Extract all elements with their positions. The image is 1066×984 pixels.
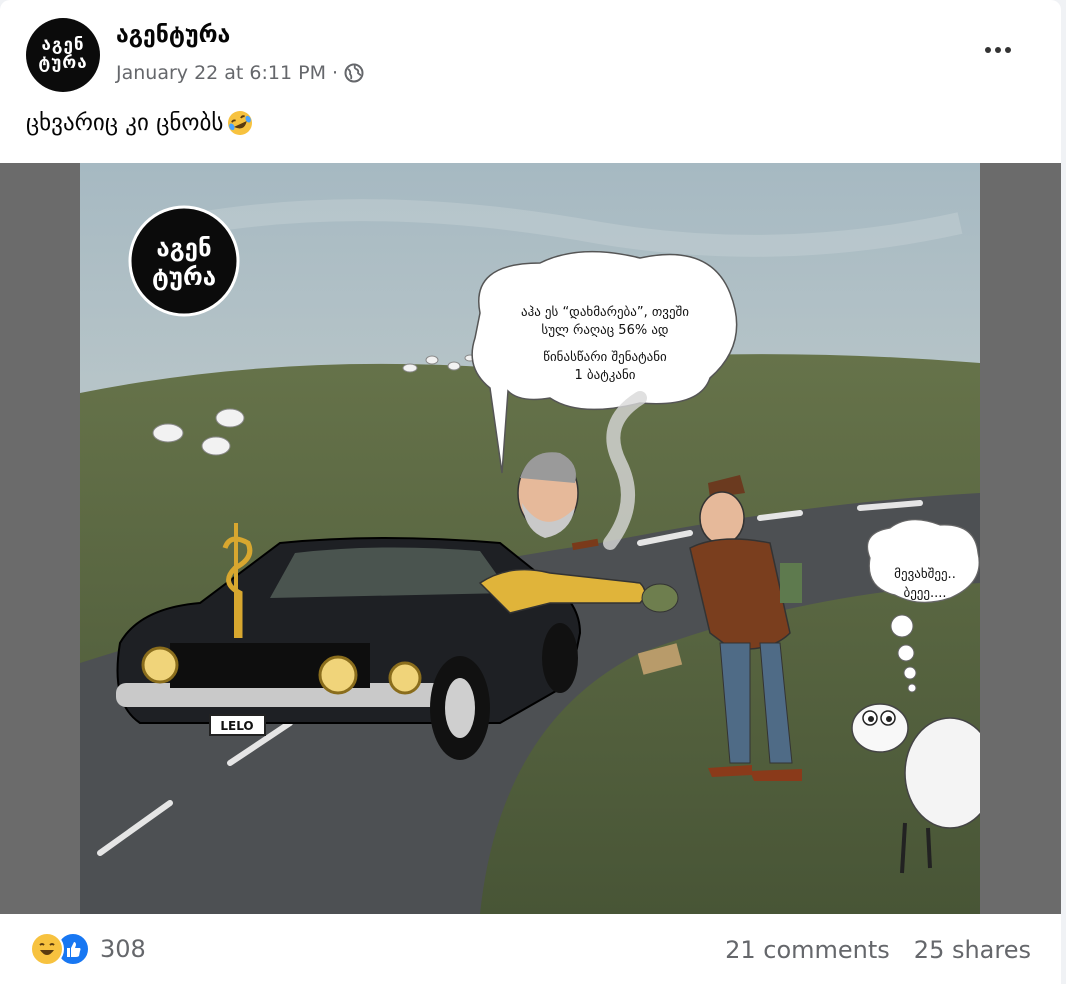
reactions-summary[interactable]: 308 bbox=[30, 932, 146, 966]
shares-count-link[interactable]: 25 shares bbox=[914, 936, 1031, 964]
rofl-emoji-icon bbox=[227, 110, 253, 136]
more-dot-icon bbox=[995, 47, 1001, 53]
speech-line4: 1 ბატკანი bbox=[575, 368, 636, 383]
haha-icon bbox=[30, 932, 64, 966]
post-footer: 308 21 comments 25 shares bbox=[0, 914, 1061, 984]
more-dot-icon bbox=[985, 47, 991, 53]
speech-line2: სულ რაღაც 56% ად bbox=[541, 323, 668, 338]
sheep-thought-line2: ბეეე.... bbox=[903, 586, 946, 601]
post-meta: January 22 at 6:11 PM · bbox=[116, 62, 364, 84]
reaction-count: 308 bbox=[100, 935, 146, 963]
comic-logo: აგენ ტურა bbox=[128, 205, 240, 317]
page-avatar[interactable]: აგენ ტურა bbox=[26, 18, 100, 92]
meta-separator: · bbox=[331, 62, 339, 84]
speech-line3: წინასწარი შენატანი bbox=[543, 350, 667, 365]
post-stats: 21 comments 25 shares bbox=[725, 936, 1031, 964]
comic-logo-line1: აგენ bbox=[156, 234, 211, 262]
cartoon-image: აგენ ტურა აჰა ეს “დახმარება”, თვეში სულ … bbox=[80, 163, 980, 914]
post-card: აგენ ტურა აგენტურა January 22 at 6:11 PM… bbox=[0, 0, 1061, 984]
sheep-thought-line1: მევახშეე.. bbox=[894, 567, 956, 582]
page-name-link[interactable]: აგენტურა bbox=[116, 22, 230, 48]
globe-icon[interactable] bbox=[344, 63, 364, 83]
caption-text: ცხვარიც კი ცნობს bbox=[26, 110, 224, 136]
more-options-button[interactable] bbox=[978, 36, 1018, 64]
post-timestamp[interactable]: January 22 at 6:11 PM bbox=[116, 62, 326, 84]
more-dot-icon bbox=[1005, 47, 1011, 53]
avatar-logo-line2: ტურა bbox=[38, 53, 88, 73]
post-header: აგენ ტურა აგენტურა January 22 at 6:11 PM… bbox=[26, 18, 1036, 92]
post-image-container[interactable]: აგენ ტურა აჰა ეს “დახმარება”, თვეში სულ … bbox=[0, 163, 1061, 914]
license-plate: LELO bbox=[220, 719, 253, 733]
speech-line1: აჰა ეს “დახმარება”, თვეში bbox=[521, 305, 689, 320]
post-caption: ცხვარიც კი ცნობს bbox=[26, 110, 253, 136]
comic-logo-line2: ტურა bbox=[152, 263, 216, 291]
comments-count-link[interactable]: 21 comments bbox=[725, 936, 890, 964]
